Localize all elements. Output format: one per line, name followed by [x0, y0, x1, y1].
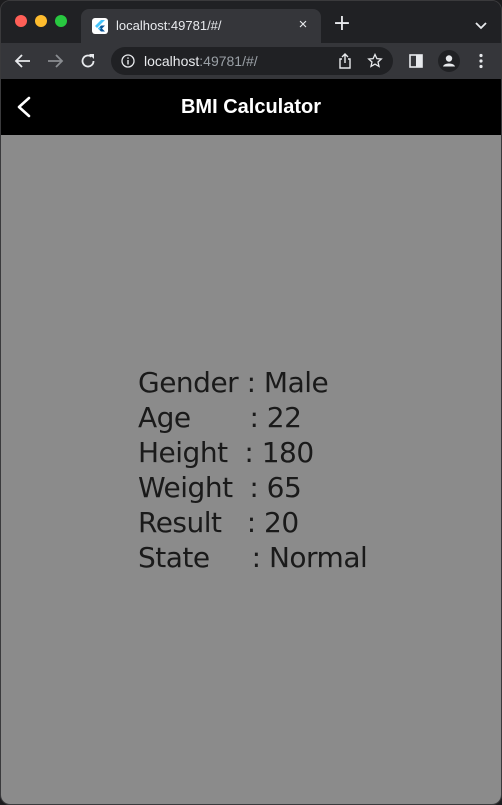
result-gender: Gender : Male [138, 366, 329, 399]
new-tab-button[interactable]: + [332, 13, 352, 35]
close-window-button[interactable] [15, 15, 27, 27]
url-text: localhost:49781/#/ [144, 53, 258, 69]
flutter-favicon-icon [92, 18, 108, 34]
address-bar[interactable]: localhost:49781/#/ [111, 47, 393, 75]
result-state: State : Normal [138, 541, 368, 574]
browser-toolbar: localhost:49781/#/ [1, 43, 501, 79]
url-path: :49781/#/ [199, 53, 258, 69]
more-menu-icon[interactable] [472, 52, 490, 70]
page-title: BMI Calculator [180, 96, 322, 118]
result-weight: Weight : 65 [138, 471, 302, 504]
result-age: Age : 22 [138, 401, 302, 434]
site-info-icon[interactable] [121, 54, 135, 73]
forward-arrow-icon[interactable] [46, 52, 64, 70]
browser-window: localhost:49781/#/ × + localhost:49781/#… [0, 0, 502, 805]
url-host: localhost [144, 53, 200, 69]
tab-search-chevron-icon[interactable] [475, 17, 487, 35]
share-icon[interactable] [338, 53, 352, 74]
result-list: Gender : Male Age : 22 Height : 180 Weig… [138, 365, 368, 575]
browser-tab[interactable]: localhost:49781/#/ × [81, 9, 321, 43]
reload-icon[interactable] [79, 52, 97, 70]
minimize-window-button[interactable] [35, 15, 47, 27]
app-bar: BMI Calculator [1, 79, 501, 135]
maximize-window-button[interactable] [55, 15, 67, 27]
tab-close-icon[interactable]: × [295, 17, 311, 33]
main-content: Gender : Male Age : 22 Height : 180 Weig… [1, 135, 501, 804]
result-bmi: Result : 20 [138, 506, 299, 539]
tab-title: localhost:49781/#/ [116, 18, 222, 33]
bookmark-star-icon[interactable] [367, 52, 383, 74]
tab-strip: localhost:49781/#/ × + [1, 1, 501, 43]
side-panel-icon[interactable] [407, 52, 425, 70]
profile-avatar-icon[interactable] [438, 50, 460, 72]
result-height: Height : 180 [138, 436, 314, 469]
back-arrow-icon[interactable] [14, 52, 32, 70]
